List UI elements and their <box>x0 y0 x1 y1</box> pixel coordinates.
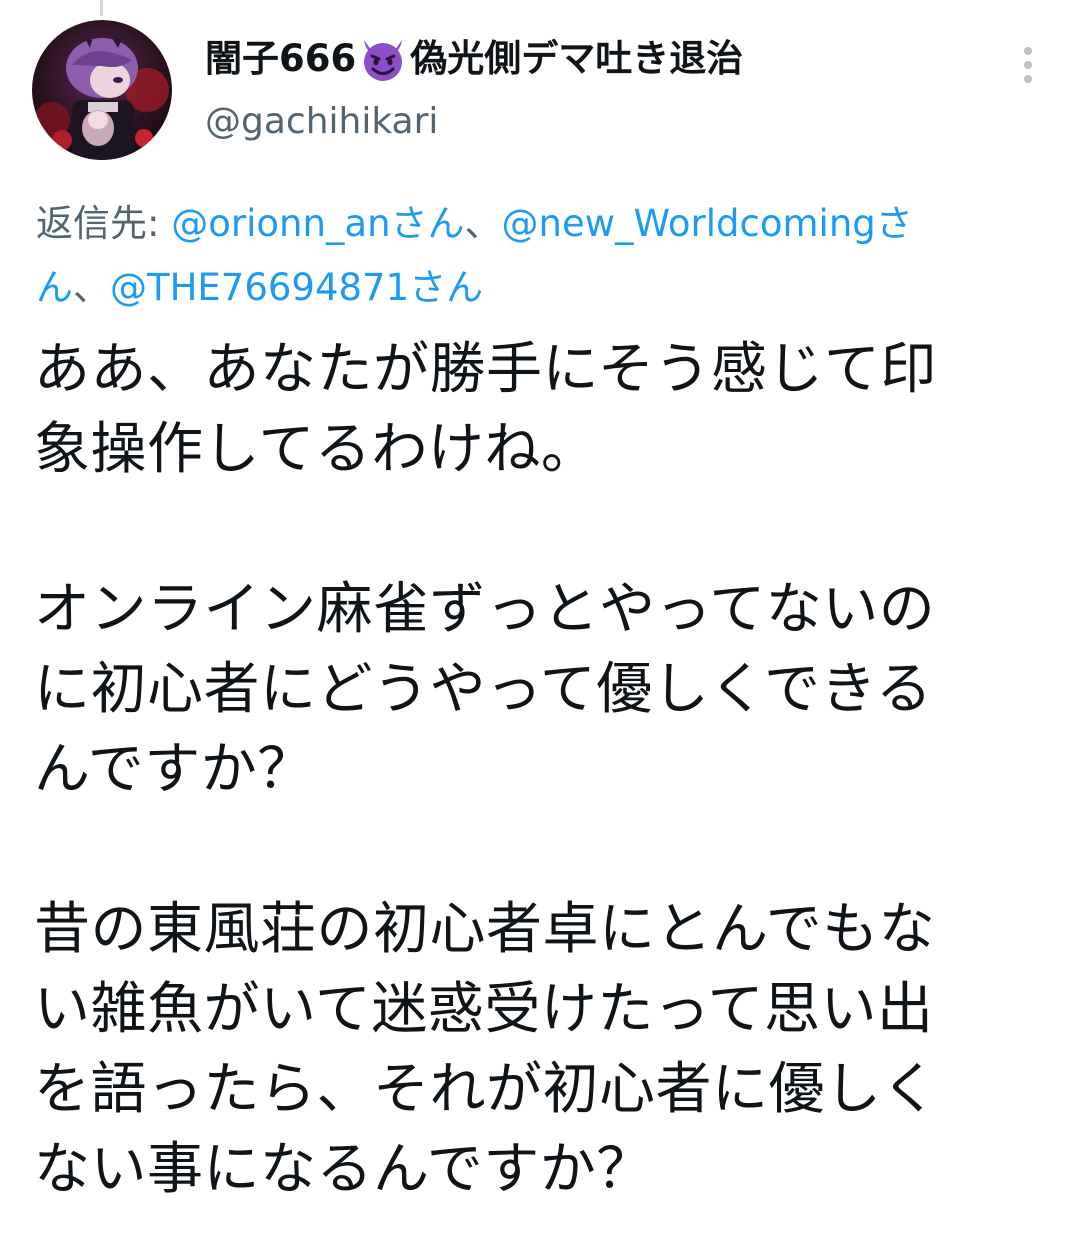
avatar[interactable] <box>32 20 172 160</box>
tweet-paragraph: ああ、あなたが勝手にそう感じて印 象操作してるわけね。 <box>34 330 1054 490</box>
tweet-line: ああ、あなたが勝手にそう感じて印 <box>34 337 937 402</box>
tweet-text: ああ、あなたが勝手にそう感じて印 象操作してるわけね。 オンライン麻雀ずっとやっ… <box>34 330 1054 1210</box>
display-name-suffix: 偽光側デマ吐き退治 <box>410 37 744 80</box>
mention-separator: 、 <box>464 202 502 245</box>
mention-link-continued[interactable]: ん <box>36 266 73 309</box>
smiling-devil-icon <box>358 34 408 84</box>
display-name[interactable]: 闇子666 偽光側デマ吐き退治 <box>205 30 743 88</box>
tweet-line: を語ったら、それが初心者に優しく <box>34 1057 938 1122</box>
more-dot-icon <box>1024 61 1032 69</box>
mention-link[interactable]: @THE76694871さん <box>110 266 483 309</box>
tweet-line: ない事になるんですか？ <box>34 1137 653 1202</box>
more-dot-icon <box>1024 75 1032 83</box>
more-options-button[interactable] <box>1008 40 1048 90</box>
tweet-paragraph: 昔の東風荘の初心者卓にとんでもな い雑魚がいて迷惑受けたって思い出 を語ったら、… <box>34 890 1054 1210</box>
tweet-line: 象操作してるわけね。 <box>34 417 598 482</box>
mention-link[interactable]: @orionn_anさん <box>171 202 464 245</box>
more-dot-icon <box>1024 47 1032 55</box>
tweet-line: んですか？ <box>34 737 314 802</box>
display-name-text: 闇子666 <box>205 37 357 80</box>
tweet-line: い雑魚がいて迷惑受けたって思い出 <box>34 977 934 1042</box>
user-handle[interactable]: @gachihikari <box>205 94 743 150</box>
reply-to-line: 返信先: @orionn_anさん、@new_Worldcomingさ ん、@TH… <box>36 192 1036 320</box>
reply-to-prefix: 返信先: <box>36 202 172 245</box>
tweet-line: に初心者にどうやって優しくできる <box>34 657 933 722</box>
tweet-line: 昔の東風荘の初心者卓にとんでもな <box>34 897 936 962</box>
thread-connector-line <box>100 0 103 16</box>
tweet-line: オンライン麻雀ずっとやってないの <box>34 577 936 642</box>
mention-link[interactable]: @new_Worldcomingさ <box>502 202 913 245</box>
mention-separator: 、 <box>73 266 110 309</box>
tweet-paragraph: オンライン麻雀ずっとやってないの に初心者にどうやって優しくできる んですか？ <box>34 570 1054 810</box>
